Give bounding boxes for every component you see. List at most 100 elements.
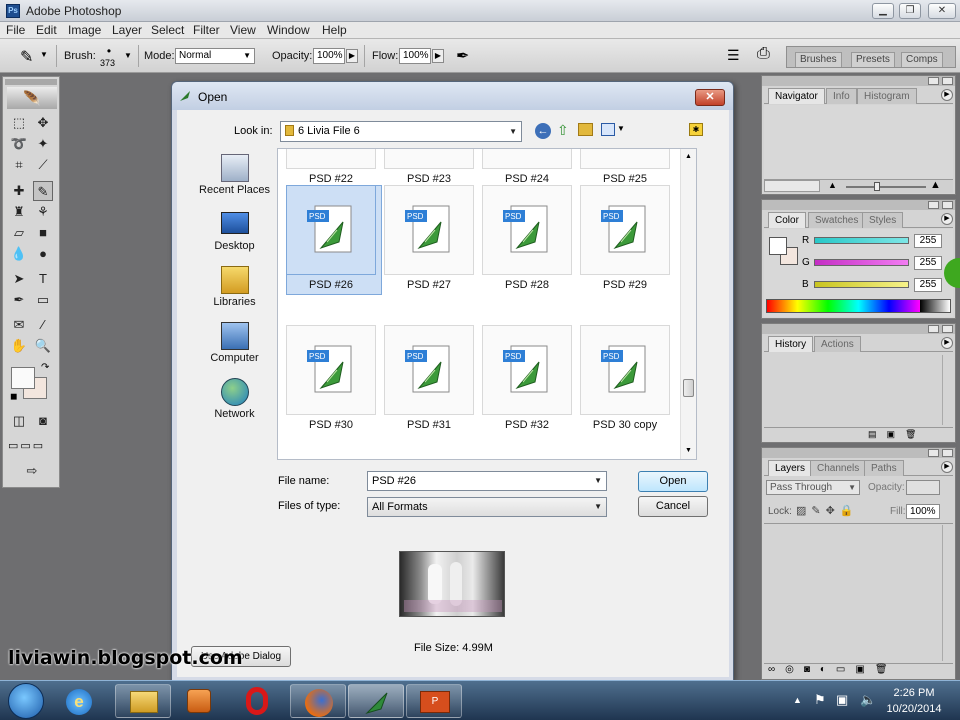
bridge-folder-icon[interactable]: ✱ — [689, 123, 703, 136]
volume-icon[interactable]: 🔈 — [860, 692, 876, 708]
tool-preset-dropdown-icon[interactable]: ▼ — [40, 50, 48, 59]
taskbar-firefox[interactable] — [290, 684, 346, 718]
channel-r-slider[interactable] — [814, 237, 909, 244]
shape-tool-icon[interactable]: ▭ — [33, 290, 53, 310]
zoom-tool-icon[interactable]: 🔍 — [33, 336, 53, 356]
opacity-input[interactable]: 100% — [313, 48, 345, 64]
up-folder-icon[interactable]: ⇧ — [557, 122, 569, 139]
dodge-tool-icon[interactable]: ● — [33, 244, 53, 264]
tab-layers[interactable]: Layers — [768, 460, 813, 476]
panel-menu-icon[interactable]: ▶ — [941, 89, 953, 101]
look-in-select[interactable]: 6 Livia File 6 ▼ — [280, 121, 522, 142]
toolbox-grip[interactable] — [5, 79, 57, 85]
jump-to-imageready-icon[interactable]: ⇨ — [15, 461, 49, 481]
zoom-field[interactable] — [764, 180, 820, 192]
flow-input[interactable]: 100% — [399, 48, 431, 64]
brush-tool-icon[interactable]: ✎ — [33, 181, 53, 201]
file-item[interactable]: PSD PSD #25 — [576, 149, 670, 189]
taskbar-explorer[interactable] — [115, 684, 171, 718]
eraser-icon[interactable]: ▱ — [9, 223, 29, 243]
file-item[interactable]: PSD PSD 30 copy — [576, 325, 670, 435]
clock-date[interactable]: 10/20/2014 — [880, 703, 948, 715]
bridge-icon[interactable]: ⎙ — [757, 45, 770, 63]
menu-layer[interactable]: Layer — [112, 23, 142, 37]
tab-presets[interactable]: Presets — [851, 52, 895, 67]
slice-tool-icon[interactable]: ⟋ — [33, 155, 53, 175]
panel-close-icon[interactable] — [942, 449, 953, 457]
tab-comps[interactable]: Comps — [901, 52, 943, 67]
panel-minimize-icon[interactable] — [928, 325, 939, 333]
view-menu-icon[interactable] — [601, 123, 615, 136]
brush-tool-icon[interactable]: ✎ — [20, 47, 33, 67]
place-recent-places[interactable]: Recent Places — [187, 150, 282, 206]
file-item[interactable]: PSD PSD #29 — [576, 185, 670, 295]
standard-mode-icon[interactable]: ◫ — [9, 411, 29, 431]
channel-b-value[interactable]: 255 — [914, 278, 942, 292]
scroll-thumb[interactable] — [683, 379, 694, 397]
zoom-in-icon[interactable]: ▲ — [930, 179, 941, 191]
file-list-scrollbar[interactable]: ▲ ▼ — [680, 149, 696, 459]
tab-navigator[interactable]: Navigator — [768, 88, 825, 104]
menu-filter[interactable]: Filter — [193, 23, 220, 37]
tab-actions[interactable]: Actions — [814, 336, 861, 352]
palette-menu-icon[interactable]: ☰ — [727, 47, 740, 64]
panel-menu-icon[interactable]: ▶ — [941, 213, 953, 225]
back-icon[interactable]: ← — [535, 123, 551, 139]
brush-dropdown-icon[interactable]: ▼ — [124, 51, 132, 60]
file-item[interactable]: PSD PSD #23 — [380, 149, 474, 189]
history-action-icons[interactable]: ▤▣🗑 — [868, 429, 926, 440]
place-computer[interactable]: Computer — [187, 318, 282, 374]
menu-edit[interactable]: Edit — [36, 23, 57, 37]
layer-opacity-input[interactable] — [906, 480, 940, 495]
panel-minimize-icon[interactable] — [928, 77, 939, 85]
zoom-slider-thumb[interactable] — [874, 182, 880, 191]
layer-action-icons[interactable]: ∞◎◙◐▭▣🗑 — [768, 664, 898, 675]
channel-g-value[interactable]: 255 — [914, 256, 942, 270]
layers-scrollbar[interactable] — [942, 525, 952, 661]
marquee-tool-icon[interactable]: ⬚ — [9, 113, 29, 133]
hand-tool-icon[interactable]: ✋ — [9, 336, 29, 356]
gradient-tool-icon[interactable]: ■ — [33, 223, 53, 243]
flow-slider-arrow[interactable]: ▶ — [432, 49, 444, 63]
lasso-tool-icon[interactable]: ➰ — [9, 134, 29, 154]
dialog-close-button[interactable]: ✕ — [695, 89, 725, 106]
screen-mode-icons[interactable]: ▭▭▭ — [8, 439, 56, 455]
action-center-flag-icon[interactable]: ⚑ — [814, 692, 826, 708]
menu-help[interactable]: Help — [322, 23, 347, 37]
tab-brushes[interactable]: Brushes — [795, 52, 842, 67]
tray-expand-icon[interactable]: ▲ — [793, 695, 802, 705]
tab-swatches[interactable]: Swatches — [808, 212, 866, 228]
healing-brush-icon[interactable]: ✚ — [9, 181, 29, 201]
file-type-select[interactable]: All Formats ▼ — [367, 497, 607, 517]
file-item[interactable]: PSD PSD #32 — [478, 325, 572, 435]
quick-mask-icon[interactable]: ◙ — [33, 411, 53, 431]
menu-file[interactable]: File — [6, 23, 25, 37]
panel-close-icon[interactable] — [942, 201, 953, 209]
internet-explorer-icon[interactable]: e — [66, 689, 92, 715]
place-network[interactable]: Network — [187, 374, 282, 430]
channel-r-value[interactable]: 255 — [914, 234, 942, 248]
tab-color[interactable]: Color — [768, 212, 806, 228]
file-item[interactable]: PSD PSD #26 — [282, 185, 382, 295]
channel-g-slider[interactable] — [814, 259, 909, 266]
path-select-icon[interactable]: ➤ — [9, 269, 29, 289]
fg-color-chip[interactable] — [769, 237, 787, 255]
tab-info[interactable]: Info — [826, 88, 857, 104]
file-item[interactable]: PSD PSD #27 — [380, 185, 474, 295]
tab-channels[interactable]: Channels — [810, 460, 867, 476]
panel-minimize-icon[interactable] — [928, 449, 939, 457]
menu-select[interactable]: Select — [151, 23, 184, 37]
menu-image[interactable]: Image — [68, 23, 101, 37]
clone-stamp-icon[interactable]: ♜ — [9, 202, 29, 222]
fill-input[interactable]: 100% — [906, 504, 940, 519]
brush-preview-icon[interactable]: • — [102, 44, 116, 58]
new-folder-icon[interactable] — [578, 123, 593, 136]
cancel-button[interactable]: Cancel — [638, 496, 708, 517]
file-item[interactable]: PSD PSD #22 — [282, 149, 376, 189]
open-button[interactable]: Open — [638, 471, 708, 492]
panel-close-icon[interactable] — [942, 77, 953, 85]
file-name-input[interactable]: PSD #26 ▼ — [367, 471, 607, 491]
move-tool-icon[interactable]: ✥ — [33, 113, 53, 133]
scroll-down-icon[interactable]: ▼ — [685, 447, 692, 454]
pen-tool-icon[interactable]: ✒ — [9, 290, 29, 310]
